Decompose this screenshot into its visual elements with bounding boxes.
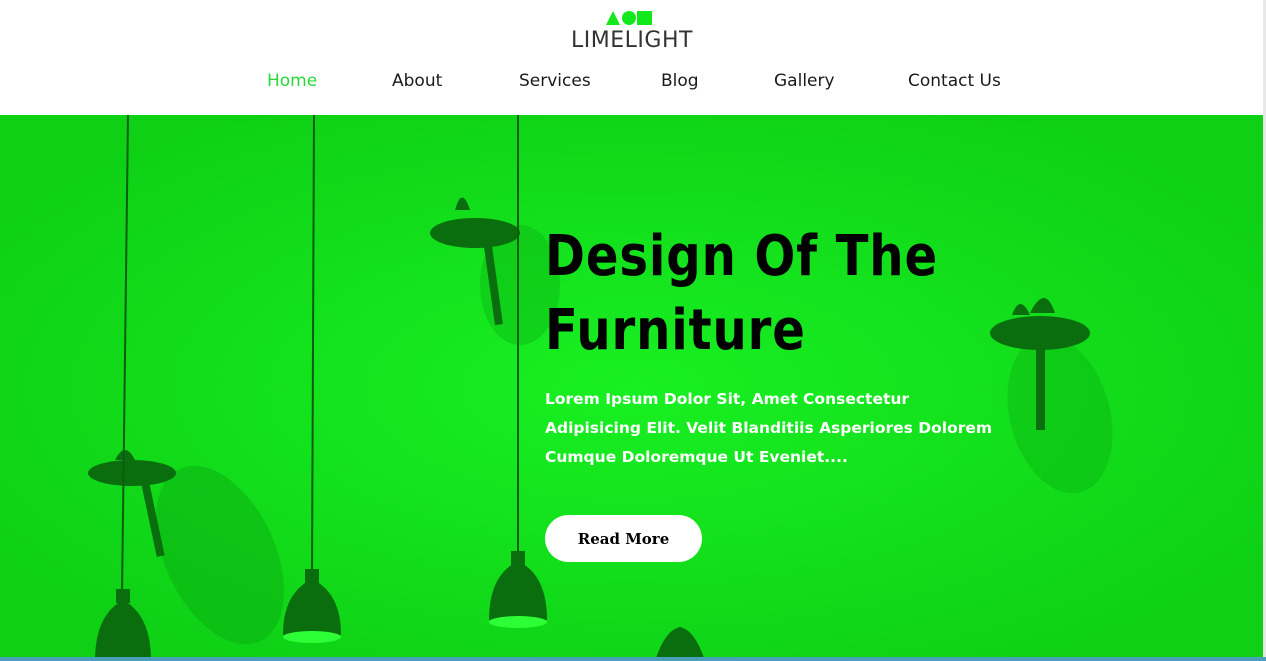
hero-section: Design Of The Furniture Lorem Ipsum Dolo…	[0, 115, 1263, 661]
nav-contact-us[interactable]: Contact Us	[908, 71, 1001, 91]
nav-about[interactable]: About	[392, 71, 442, 91]
read-more-button[interactable]: Read More	[545, 515, 702, 562]
main-nav: Home About Services Blog Gallery Contact…	[0, 71, 1266, 97]
bottom-edge-strip	[0, 657, 1266, 661]
hero-title-line-2: Furniture	[545, 298, 806, 363]
hero-description: Lorem Ipsum Dolor Sit, Amet Consectetur …	[545, 390, 993, 466]
brand-logo[interactable]: LIMELIGHT	[566, 8, 698, 56]
hero-title-line-1: Design Of The	[545, 224, 938, 289]
site-header: LIMELIGHT Home About Services Blog Galle…	[0, 0, 1266, 115]
hero-title: Design Of The Furniture	[545, 220, 958, 368]
nav-home[interactable]: Home	[267, 71, 317, 91]
brand-name: LIMELIGHT	[571, 28, 693, 53]
nav-gallery[interactable]: Gallery	[774, 71, 835, 91]
nav-blog[interactable]: Blog	[661, 71, 699, 91]
logo-shapes-icon	[606, 11, 652, 25]
nav-services[interactable]: Services	[519, 71, 591, 91]
